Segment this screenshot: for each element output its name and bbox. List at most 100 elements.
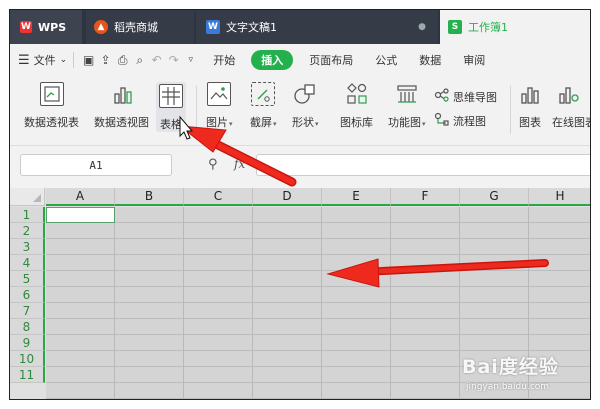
row-header[interactable]: 7 (10, 303, 45, 319)
tab-home[interactable]: 开始 (213, 52, 235, 68)
tab-label: 文字文稿1 (226, 21, 277, 34)
divider (510, 86, 511, 134)
tab-data[interactable]: 数据 (419, 52, 441, 68)
share-icon[interactable]: ⇪ (97, 53, 114, 67)
chevron-down-icon: ⌄ (59, 55, 68, 65)
pivot-chart-button[interactable]: 数据透视图 (94, 82, 149, 130)
table-icon (159, 84, 183, 108)
redo-icon[interactable]: ↷ (165, 53, 182, 67)
screenshot-icon (251, 82, 276, 106)
tab-workbook[interactable]: S 工作簿1 (440, 10, 590, 44)
row-header[interactable]: 3 (10, 239, 45, 255)
tab-insert[interactable]: 插入 (251, 50, 294, 70)
row-header[interactable]: 6 (10, 287, 45, 303)
divider (73, 52, 75, 68)
column-header[interactable]: C (184, 188, 253, 206)
online-chart-icon (556, 82, 580, 106)
title-tab-bar: W WPS ▲ 稻壳商城 W 文字文稿1 ● S 工作簿1 (10, 10, 590, 44)
row-header[interactable]: 1 (10, 207, 45, 223)
divider (196, 86, 197, 134)
mind-map-icon (434, 88, 450, 105)
picture-label: 图片▾ (206, 116, 233, 129)
row-header[interactable]: 4 (10, 255, 45, 271)
pivot-chart-icon (110, 82, 134, 106)
baidu-jingyan-watermark: Bai度经验 jingyan.baidu.com (462, 352, 592, 400)
row-header[interactable]: 2 (10, 223, 45, 239)
tab-label: 稻壳商城 (114, 21, 158, 34)
table-button[interactable]: 表格 (156, 82, 186, 132)
tab-docer-store[interactable]: ▲ 稻壳商城 (86, 10, 194, 44)
magnifier-icon[interactable]: ⚲ (208, 157, 218, 172)
row-header[interactable]: 9 (10, 335, 45, 351)
flowchart-icon (434, 112, 450, 129)
quick-access-dropdown-icon[interactable]: ▿ (182, 55, 199, 65)
formula-bar: A1 ⚲ fx (10, 146, 590, 186)
pivot-table-button[interactable]: 数据透视表 (24, 82, 79, 130)
column-header[interactable]: E (322, 188, 391, 206)
file-menu-button[interactable]: ☰ 文件 ⌄ (18, 52, 67, 68)
row-header[interactable]: 5 (10, 271, 45, 287)
online-chart-label: 在线图表 (552, 116, 590, 129)
screenshot-label: 截屏▾ (250, 116, 277, 129)
name-box[interactable]: A1 (20, 154, 172, 176)
active-cell-a1[interactable] (46, 207, 115, 223)
icon-library-button[interactable]: 图标库 (340, 82, 373, 130)
function-chart-button[interactable]: 功能图▾ (388, 82, 426, 130)
fx-icon[interactable]: fx (234, 157, 245, 171)
wps-logo-icon: W (20, 21, 32, 33)
mind-map-label: 思维导图 (453, 90, 497, 104)
print-icon[interactable]: ⎙ (114, 53, 131, 68)
app-window: W WPS ▲ 稻壳商城 W 文字文稿1 ● S 工作簿1 ☰ 文件 ⌄ ▣ ⇪… (9, 9, 591, 400)
shapes-button[interactable]: 形状▾ (292, 82, 319, 130)
tab-page-layout[interactable]: 页面布局 (309, 52, 353, 68)
undo-icon[interactable]: ↶ (148, 53, 165, 67)
row-header[interactable]: 11 (10, 367, 45, 383)
tab-formulas[interactable]: 公式 (375, 52, 397, 68)
flowchart-label: 流程图 (453, 114, 486, 128)
online-chart-button[interactable]: 在线图表 (552, 82, 590, 130)
flowchart-button[interactable]: 流程图 (434, 112, 486, 129)
tab-writer-doc[interactable]: W 文字文稿1 ● (196, 10, 438, 44)
select-all-corner[interactable] (10, 188, 45, 206)
picture-button[interactable]: 图片▾ (206, 82, 233, 130)
chart-icon (518, 82, 542, 106)
tab-review[interactable]: 审阅 (463, 52, 485, 68)
row-header[interactable]: 10 (10, 351, 45, 367)
icon-library-label: 图标库 (340, 116, 373, 129)
spreadsheet-icon: S (448, 20, 462, 34)
writer-doc-icon: W (206, 20, 220, 34)
screenshot-button[interactable]: 截屏▾ (250, 82, 277, 130)
tab-close-dot-icon[interactable]: ● (418, 22, 426, 32)
docer-flame-icon: ▲ (94, 20, 108, 34)
tab-label: 工作簿1 (468, 21, 508, 34)
chart-button[interactable]: 图表 (518, 82, 542, 130)
pivot-table-label: 数据透视表 (24, 116, 79, 129)
table-label: 表格 (160, 118, 182, 131)
menu-bar: ☰ 文件 ⌄ ▣ ⇪ ⎙ ⌕ ↶ ↷ ▿ 开始 插入 页面布局 公式 数据 审阅 (10, 44, 590, 76)
tab-wps-home[interactable]: W WPS (10, 10, 82, 44)
row-header[interactable]: 8 (10, 319, 45, 335)
chart-label: 图表 (519, 116, 541, 129)
pivot-chart-label: 数据透视图 (94, 116, 149, 129)
hamburger-icon: ☰ (18, 52, 30, 68)
tab-label: WPS (38, 20, 67, 34)
shapes-icon (293, 82, 317, 106)
save-icon[interactable]: ▣ (80, 53, 97, 67)
column-header[interactable]: F (391, 188, 460, 206)
watermark-logo-text: Bai度经验 (462, 356, 559, 378)
print-preview-icon[interactable]: ⌕ (131, 53, 148, 68)
column-header[interactable]: B (115, 188, 184, 206)
formula-input[interactable] (256, 154, 590, 176)
column-header[interactable]: H (529, 188, 590, 206)
mind-map-button[interactable]: 思维导图 (434, 88, 497, 105)
function-chart-icon (395, 82, 419, 106)
column-header[interactable]: G (460, 188, 529, 206)
column-header[interactable]: D (253, 188, 322, 206)
file-menu-label: 文件 (33, 54, 56, 67)
shapes-label: 形状▾ (292, 116, 319, 129)
column-header[interactable]: A (46, 188, 115, 206)
function-chart-label: 功能图▾ (388, 116, 426, 129)
icon-library-icon (345, 82, 369, 106)
picture-icon (207, 82, 232, 106)
insert-ribbon: 数据透视表 数据透视图 表格 图片▾ 截屏▾ 形状▾ 图标库 功能图▾ 思维导图… (10, 76, 590, 146)
